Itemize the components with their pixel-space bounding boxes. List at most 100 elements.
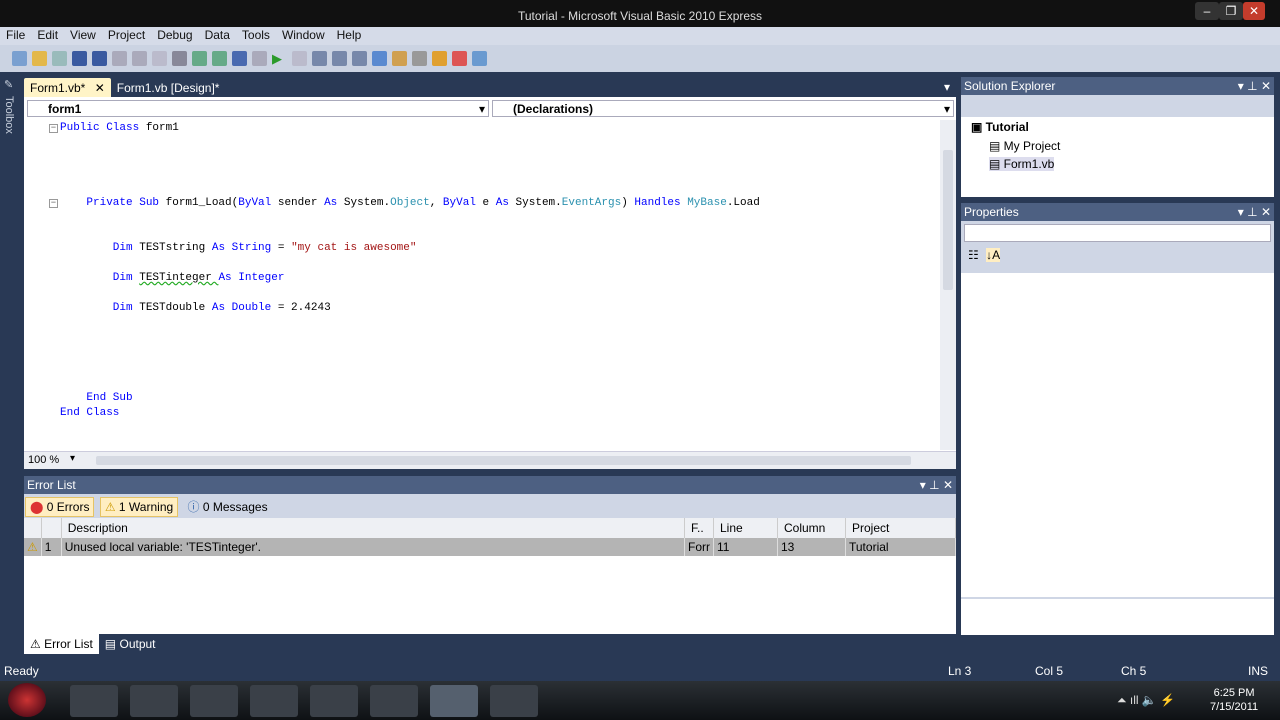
code-line[interactable]: Private Sub form1_Load(ByVal sender As S… [60, 196, 759, 211]
panel-controls[interactable]: ▾ ⊥ ✕ [1238, 205, 1271, 219]
menu-debug[interactable]: Debug [151, 27, 198, 45]
scroll-thumb[interactable] [943, 150, 953, 290]
code-line[interactable]: End Sub [60, 391, 132, 406]
open-icon[interactable] [32, 51, 47, 66]
redo-icon[interactable] [252, 51, 267, 66]
clock[interactable]: 6:25 PM 7/15/2011 [1210, 686, 1258, 714]
object-selector[interactable] [964, 224, 1271, 242]
panel-controls[interactable]: ▾ ⊥ ✕ [1238, 79, 1271, 93]
row-project: Tutorial [845, 538, 956, 556]
tray-icons[interactable]: ⏶ ıll 🔈 ⚡ [1117, 693, 1175, 708]
class-name-combo[interactable]: form1 ▾ [27, 100, 489, 117]
menu-project[interactable]: Project [102, 27, 151, 45]
chevron-down-icon: ▾ [943, 102, 950, 116]
vertical-scrollbar[interactable] [940, 120, 956, 450]
uncomment-icon[interactable] [212, 51, 227, 66]
messages-filter-button[interactable]: ⓘ 0 Messages [184, 496, 272, 517]
properties-icon[interactable] [392, 51, 407, 66]
zoom-combo[interactable]: 100 % [28, 454, 59, 466]
cut-icon[interactable] [112, 51, 127, 66]
code-line[interactable]: Public Class form1 [60, 121, 179, 136]
code-line[interactable]: Dim TESTinteger As Integer [60, 271, 285, 286]
chrome-icon[interactable] [310, 685, 358, 717]
close-tab-icon[interactable]: ✕ [95, 81, 105, 95]
find-icon[interactable] [172, 51, 187, 66]
menu-file[interactable]: File [0, 27, 31, 45]
warnings-filter-button[interactable]: ⚠ 1 Warning [99, 497, 179, 517]
restore-button[interactable]: ❐ [1219, 2, 1243, 20]
error-list-icon[interactable] [452, 51, 467, 66]
col-project[interactable]: Project [845, 518, 956, 538]
code-line[interactable]: End Class [60, 406, 119, 421]
start-page-icon[interactable] [472, 51, 487, 66]
app-icon[interactable] [490, 685, 538, 717]
col-file[interactable]: F.. [684, 518, 714, 538]
menu-edit[interactable]: Edit [31, 27, 64, 45]
toolbox-strip[interactable]: ✎ Toolbox [0, 76, 20, 656]
code-token: , [429, 197, 443, 209]
menu-tools[interactable]: Tools [236, 27, 276, 45]
panel-controls[interactable]: ▾ ⊥ ✕ [920, 478, 953, 492]
col-num[interactable] [41, 518, 62, 538]
col-column[interactable]: Column [777, 518, 846, 538]
tree-item-my-project[interactable]: ▤ My Project [961, 137, 1274, 155]
step-over-icon[interactable] [332, 51, 347, 66]
app-icon[interactable] [190, 685, 238, 717]
menu-help[interactable]: Help [331, 27, 368, 45]
save-all-icon[interactable] [92, 51, 107, 66]
zoom-dropdown-icon[interactable]: ▾ [70, 453, 75, 464]
menu-window[interactable]: Window [276, 27, 331, 45]
copy-icon[interactable] [132, 51, 147, 66]
tab-form1-code[interactable]: Form1.vb* ✕ [24, 78, 111, 97]
app-icon[interactable] [370, 685, 418, 717]
tree-root[interactable]: ▣ Tutorial [961, 117, 1274, 137]
explorer-icon[interactable] [70, 685, 118, 717]
collapse-icon[interactable]: − [49, 124, 58, 133]
method-name-combo[interactable]: (Declarations) ▾ [492, 100, 954, 117]
undo-icon[interactable] [232, 51, 247, 66]
chevron-down-icon: ▾ [478, 102, 485, 116]
minimize-button[interactable]: – [1195, 2, 1219, 20]
categorized-icon[interactable]: ☷ [968, 248, 979, 262]
project-name: Tutorial [985, 120, 1029, 134]
stop-icon[interactable] [292, 51, 307, 66]
new-project-icon[interactable] [12, 51, 27, 66]
paste-icon[interactable] [152, 51, 167, 66]
visual-basic-icon[interactable] [430, 685, 478, 717]
tab-error-list[interactable]: ⚠ Error List [24, 634, 99, 654]
code-token: ) [621, 197, 635, 209]
save-icon[interactable] [72, 51, 87, 66]
app-icon[interactable] [130, 685, 178, 717]
horizontal-scrollbar[interactable] [96, 456, 911, 465]
media-player-icon[interactable] [250, 685, 298, 717]
alphabetical-icon[interactable]: ↓A [986, 248, 1001, 262]
collapse-icon[interactable]: − [49, 199, 58, 208]
col-icon[interactable] [24, 518, 42, 538]
solution-explorer-icon[interactable] [372, 51, 387, 66]
code-area[interactable]: Public Class form1− Private Sub form1_Lo… [24, 120, 940, 450]
col-description[interactable]: Description [61, 518, 686, 538]
tab-output[interactable]: ▤ Output [99, 634, 162, 654]
step-out-icon[interactable] [352, 51, 367, 66]
object-browser-icon[interactable] [432, 51, 447, 66]
tab-form1-design[interactable]: Form1.vb [Design]* [111, 78, 226, 97]
toolbox-label[interactable]: Toolbox [3, 96, 15, 134]
start-button[interactable] [8, 683, 46, 717]
table-row[interactable]: ⚠ 1 Unused local variable: 'TESTinteger'… [24, 538, 956, 556]
start-debugging-icon[interactable]: ▶ [272, 51, 287, 66]
close-button[interactable]: ✕ [1243, 2, 1265, 20]
code-token: MyBase [687, 197, 727, 209]
code-editor[interactable]: form1 ▾ (Declarations) ▾ Public Class form… [24, 97, 956, 469]
add-item-icon[interactable] [52, 51, 67, 66]
code-line[interactable]: Dim TESTstring As String = "my cat is aw… [60, 241, 417, 256]
toolbox-icon[interactable] [412, 51, 427, 66]
comment-icon[interactable] [192, 51, 207, 66]
errors-filter-button[interactable]: ⬤ 0 Errors [25, 497, 95, 517]
menu-view[interactable]: View [64, 27, 102, 45]
tab-dropdown-icon[interactable]: ▾ [938, 80, 956, 97]
step-into-icon[interactable] [312, 51, 327, 66]
col-line[interactable]: Line [713, 518, 778, 538]
code-line[interactable]: Dim TESTdouble As Double = 2.4243 [60, 301, 331, 316]
tree-item-form1[interactable]: ▤ Form1.vb [961, 155, 1274, 173]
menu-data[interactable]: Data [199, 27, 236, 45]
